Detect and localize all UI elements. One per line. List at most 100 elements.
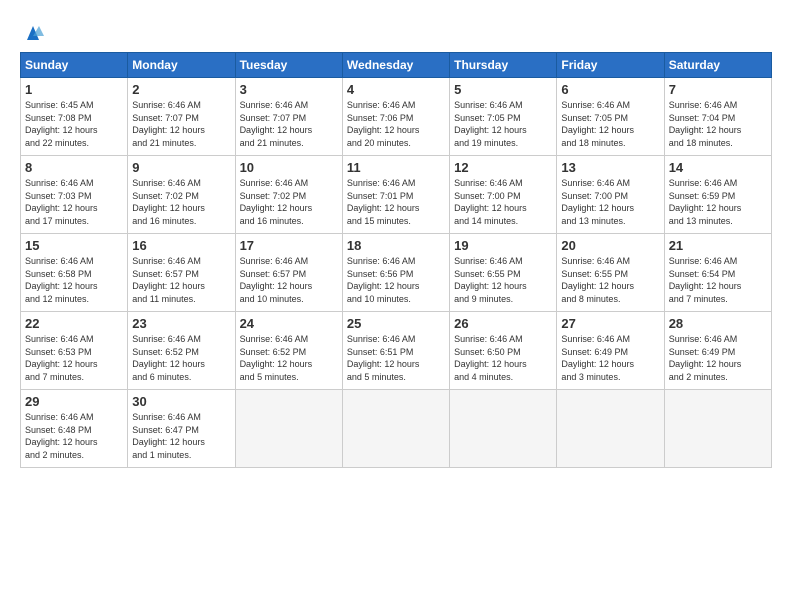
day-number: 24: [240, 316, 338, 331]
calendar-cell: 27 Sunrise: 6:46 AMSunset: 6:49 PMDayligh…: [557, 312, 664, 390]
day-info: Sunrise: 6:46 AMSunset: 6:57 PMDaylight:…: [132, 256, 205, 304]
calendar-cell: 17Sunrise: 6:46 AMSunset: 6:57 PMDayligh…: [235, 234, 342, 312]
day-number: 1: [25, 82, 123, 97]
calendar-cell: 29 Sunrise: 6:46 AMSunset: 6:48 PMDayligh…: [21, 390, 128, 468]
day-number: 30: [132, 394, 230, 409]
calendar-cell: 2 Sunrise: 6:46 AMSunset: 7:07 PMDaylight…: [128, 78, 235, 156]
calendar-week-3: 15 Sunrise: 6:46 AMSunset: 6:58 PMDayligh…: [21, 234, 772, 312]
calendar-cell: 8 Sunrise: 6:46 AMSunset: 7:03 PMDaylight…: [21, 156, 128, 234]
day-number: 25: [347, 316, 445, 331]
calendar-cell: [342, 390, 449, 468]
calendar-cell: [235, 390, 342, 468]
day-number: 22: [25, 316, 123, 331]
day-info: Sunrise: 6:46 AMSunset: 6:49 PMDaylight:…: [561, 334, 634, 382]
day-number: 14: [669, 160, 767, 175]
day-info: Sunrise: 6:46 AMSunset: 7:00 PMDaylight:…: [454, 178, 527, 226]
weekday-header-row: SundayMondayTuesdayWednesdayThursdayFrid…: [21, 53, 772, 78]
calendar-cell: 24 Sunrise: 6:46 AMSunset: 6:52 PMDayligh…: [235, 312, 342, 390]
day-info: Sunrise: 6:46 AMSunset: 7:03 PMDaylight:…: [25, 178, 98, 226]
day-number: 3: [240, 82, 338, 97]
day-number: 18: [347, 238, 445, 253]
day-info: Sunrise: 6:46 AMSunset: 6:48 PMDaylight:…: [25, 412, 98, 460]
calendar-table: SundayMondayTuesdayWednesdayThursdayFrid…: [20, 52, 772, 468]
weekday-header-saturday: Saturday: [664, 53, 771, 78]
day-number: 4: [347, 82, 445, 97]
day-info: Sunrise: 6:46 AMSunset: 6:47 PMDaylight:…: [132, 412, 205, 460]
weekday-header-tuesday: Tuesday: [235, 53, 342, 78]
day-number: 19: [454, 238, 552, 253]
day-number: 16: [132, 238, 230, 253]
weekday-header-wednesday: Wednesday: [342, 53, 449, 78]
header: [20, 18, 772, 44]
day-info: Sunrise: 6:46 AMSunset: 6:50 PMDaylight:…: [454, 334, 527, 382]
calendar-cell: 25 Sunrise: 6:46 AMSunset: 6:51 PMDayligh…: [342, 312, 449, 390]
page: SundayMondayTuesdayWednesdayThursdayFrid…: [0, 0, 792, 612]
day-number: 27: [561, 316, 659, 331]
calendar-cell: 22 Sunrise: 6:46 AMSunset: 6:53 PMDayligh…: [21, 312, 128, 390]
day-number: 8: [25, 160, 123, 175]
day-info: Sunrise: 6:46 AMSunset: 6:51 PMDaylight:…: [347, 334, 420, 382]
calendar-cell: 18 Sunrise: 6:46 AMSunset: 6:56 PMDayligh…: [342, 234, 449, 312]
day-number: 20: [561, 238, 659, 253]
weekday-header-friday: Friday: [557, 53, 664, 78]
day-number: 7: [669, 82, 767, 97]
day-number: 26: [454, 316, 552, 331]
calendar-cell: [664, 390, 771, 468]
day-info: Sunrise: 6:46 AMSunset: 6:58 PMDaylight:…: [25, 256, 98, 304]
day-info: Sunrise: 6:46 AMSunset: 6:49 PMDaylight:…: [669, 334, 742, 382]
calendar-cell: 28Sunrise: 6:46 AMSunset: 6:49 PMDayligh…: [664, 312, 771, 390]
day-info: Sunrise: 6:46 AMSunset: 7:05 PMDaylight:…: [561, 100, 634, 148]
day-number: 2: [132, 82, 230, 97]
day-number: 23: [132, 316, 230, 331]
calendar-cell: 1Sunrise: 6:45 AMSunset: 7:08 PMDaylight…: [21, 78, 128, 156]
calendar-cell: 30 Sunrise: 6:46 AMSunset: 6:47 PMDayligh…: [128, 390, 235, 468]
day-info: Sunrise: 6:46 AMSunset: 6:59 PMDaylight:…: [669, 178, 742, 226]
calendar-cell: 11 Sunrise: 6:46 AMSunset: 7:01 PMDayligh…: [342, 156, 449, 234]
day-info: Sunrise: 6:46 AMSunset: 7:05 PMDaylight:…: [454, 100, 527, 148]
calendar-cell: 23 Sunrise: 6:46 AMSunset: 6:52 PMDayligh…: [128, 312, 235, 390]
day-info: Sunrise: 6:46 AMSunset: 6:56 PMDaylight:…: [347, 256, 420, 304]
day-info: Sunrise: 6:46 AMSunset: 7:07 PMDaylight:…: [240, 100, 313, 148]
day-info: Sunrise: 6:46 AMSunset: 6:55 PMDaylight:…: [454, 256, 527, 304]
calendar-cell: 5 Sunrise: 6:46 AMSunset: 7:05 PMDaylight…: [450, 78, 557, 156]
calendar-week-4: 22 Sunrise: 6:46 AMSunset: 6:53 PMDayligh…: [21, 312, 772, 390]
day-number: 5: [454, 82, 552, 97]
day-number: 13: [561, 160, 659, 175]
calendar-cell: 19 Sunrise: 6:46 AMSunset: 6:55 PMDayligh…: [450, 234, 557, 312]
weekday-header-thursday: Thursday: [450, 53, 557, 78]
day-info: Sunrise: 6:46 AMSunset: 7:02 PMDaylight:…: [240, 178, 313, 226]
calendar-week-2: 8 Sunrise: 6:46 AMSunset: 7:03 PMDaylight…: [21, 156, 772, 234]
calendar-cell: 10 Sunrise: 6:46 AMSunset: 7:02 PMDayligh…: [235, 156, 342, 234]
day-number: 15: [25, 238, 123, 253]
weekday-header-sunday: Sunday: [21, 53, 128, 78]
calendar-cell: 6 Sunrise: 6:46 AMSunset: 7:05 PMDaylight…: [557, 78, 664, 156]
calendar-cell: 9Sunrise: 6:46 AMSunset: 7:02 PMDaylight…: [128, 156, 235, 234]
day-info: Sunrise: 6:46 AMSunset: 7:07 PMDaylight:…: [132, 100, 205, 148]
weekday-header-monday: Monday: [128, 53, 235, 78]
calendar-cell: 3 Sunrise: 6:46 AMSunset: 7:07 PMDaylight…: [235, 78, 342, 156]
day-info: Sunrise: 6:46 AMSunset: 6:53 PMDaylight:…: [25, 334, 98, 382]
day-info: Sunrise: 6:46 AMSunset: 6:57 PMDaylight:…: [240, 256, 313, 304]
calendar-week-1: 1Sunrise: 6:45 AMSunset: 7:08 PMDaylight…: [21, 78, 772, 156]
calendar-cell: 20 Sunrise: 6:46 AMSunset: 6:55 PMDayligh…: [557, 234, 664, 312]
day-number: 11: [347, 160, 445, 175]
day-number: 10: [240, 160, 338, 175]
calendar-cell: 21Sunrise: 6:46 AMSunset: 6:54 PMDayligh…: [664, 234, 771, 312]
calendar-cell: 14 Sunrise: 6:46 AMSunset: 6:59 PMDayligh…: [664, 156, 771, 234]
day-number: 29: [25, 394, 123, 409]
day-info: Sunrise: 6:46 AMSunset: 6:54 PMDaylight:…: [669, 256, 742, 304]
day-info: Sunrise: 6:46 AMSunset: 6:55 PMDaylight:…: [561, 256, 634, 304]
logo-icon: [22, 22, 44, 44]
calendar-cell: 7Sunrise: 6:46 AMSunset: 7:04 PMDaylight…: [664, 78, 771, 156]
day-info: Sunrise: 6:46 AMSunset: 7:01 PMDaylight:…: [347, 178, 420, 226]
day-number: 9: [132, 160, 230, 175]
day-number: 6: [561, 82, 659, 97]
calendar-week-5: 29 Sunrise: 6:46 AMSunset: 6:48 PMDayligh…: [21, 390, 772, 468]
calendar-cell: 26 Sunrise: 6:46 AMSunset: 6:50 PMDayligh…: [450, 312, 557, 390]
calendar-cell: 4Sunrise: 6:46 AMSunset: 7:06 PMDaylight…: [342, 78, 449, 156]
calendar-cell: 13 Sunrise: 6:46 AMSunset: 7:00 PMDayligh…: [557, 156, 664, 234]
day-info: Sunrise: 6:46 AMSunset: 6:52 PMDaylight:…: [132, 334, 205, 382]
calendar-cell: 15 Sunrise: 6:46 AMSunset: 6:58 PMDayligh…: [21, 234, 128, 312]
day-info: Sunrise: 6:46 AMSunset: 7:00 PMDaylight:…: [561, 178, 634, 226]
day-info: Sunrise: 6:46 AMSunset: 6:52 PMDaylight:…: [240, 334, 313, 382]
